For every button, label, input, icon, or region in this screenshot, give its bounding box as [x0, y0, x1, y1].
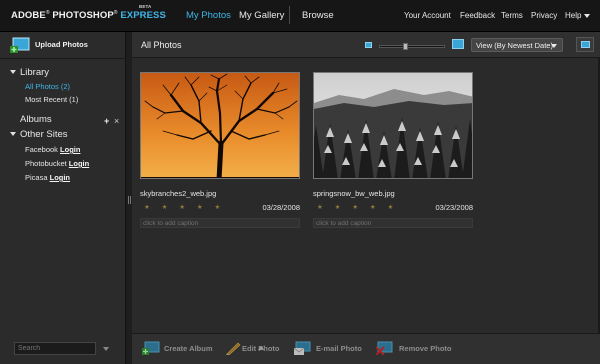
page-title: All Photos [141, 40, 182, 50]
photo-thumbnail[interactable] [313, 72, 473, 179]
sort-dropdown[interactable]: View (By Newest Date) [471, 38, 563, 52]
sidebar: Upload Photos Library All Photos (2) Mos… [0, 32, 126, 364]
email-photo-icon [294, 341, 311, 355]
zoom-slider-track[interactable] [379, 45, 445, 48]
star-rating[interactable]: ★ ★ ★ ★ ★ [144, 203, 225, 211]
albums-section-header[interactable]: Albums [20, 114, 52, 125]
photo-filename: springsnow_bw_web.jpg [313, 189, 395, 198]
photo-thumbnail[interactable] [140, 72, 300, 179]
search-input[interactable] [14, 342, 96, 355]
privacy-link[interactable]: Privacy [531, 11, 557, 20]
library-section-toggle[interactable]: Library [10, 67, 49, 78]
sidebar-item-photobucket: Photobucket Login [25, 159, 90, 168]
chevron-down-icon [584, 13, 591, 18]
bottom-panel-handle-icon[interactable] [258, 346, 264, 350]
picasa-login-link[interactable]: Login [50, 173, 70, 182]
nav-my-gallery[interactable]: My Gallery [239, 10, 284, 21]
caption-field[interactable]: click to add caption [313, 218, 473, 228]
feedback-link[interactable]: Feedback [460, 11, 495, 20]
sidebar-item-facebook: Facebook Login [25, 145, 81, 154]
main-header: All Photos View (By Newest Date) [132, 32, 600, 58]
triangle-down-icon [10, 70, 16, 75]
edit-photo-icon [226, 342, 241, 355]
close-icon[interactable]: × [114, 116, 119, 126]
top-bar: ADOBE® PHOTOSHOP® EXPRESS BETA My Photos… [0, 0, 600, 32]
view-toggle-icon [581, 41, 590, 48]
sidebar-resize-handle[interactable] [128, 196, 131, 204]
photo-date: 03/23/2008 [435, 203, 473, 212]
nav-my-photos[interactable]: My Photos [186, 10, 231, 21]
create-album-icon [142, 341, 160, 355]
sunset-tree-image [141, 73, 299, 178]
sidebar-item-all-photos[interactable]: All Photos (2) [25, 82, 70, 91]
upload-photos-button[interactable]: Upload Photos [0, 32, 126, 59]
email-photo-button[interactable]: E-mail Photo [316, 344, 362, 353]
app-logo[interactable]: ADOBE® PHOTOSHOP® EXPRESS BETA [11, 4, 166, 21]
other-sites-section-toggle[interactable]: Other Sites [10, 129, 68, 140]
help-menu[interactable]: Help [565, 11, 591, 20]
nav-divider [289, 6, 290, 24]
your-account-link[interactable]: Your Account [404, 11, 451, 20]
search-options-chevron-icon[interactable] [103, 347, 109, 351]
sidebar-item-most-recent[interactable]: Most Recent (1) [25, 95, 78, 104]
photobucket-login-link[interactable]: Login [69, 159, 89, 168]
photo-date: 03/28/2008 [262, 203, 300, 212]
zoom-small-icon[interactable] [365, 42, 372, 48]
main-content: All Photos View (By Newest Date) skybran… [132, 32, 600, 364]
remove-photo-button[interactable]: Remove Photo [399, 344, 452, 353]
upload-photos-icon [10, 37, 30, 53]
caption-field[interactable]: click to add caption [140, 218, 300, 228]
remove-photo-icon [376, 341, 393, 355]
zoom-large-icon[interactable] [452, 39, 464, 49]
photo-filename: skybranches2_web.jpg [140, 189, 217, 198]
nav-browse[interactable]: Browse [302, 10, 334, 21]
terms-link[interactable]: Terms [501, 11, 523, 20]
upload-photos-label: Upload Photos [35, 40, 88, 49]
beta-badge: BETA [139, 4, 152, 9]
snowy-forest-image [314, 73, 472, 178]
create-album-button[interactable]: Create Album [164, 344, 212, 353]
bottom-toolbar: Create Album Edit Photo E-mail Photo Rem… [132, 333, 600, 364]
add-icon[interactable]: + [104, 116, 109, 126]
star-rating[interactable]: ★ ★ ★ ★ ★ [317, 203, 398, 211]
sidebar-item-picasa: Picasa Login [25, 173, 71, 182]
view-toggle-button[interactable] [576, 37, 594, 52]
chevron-down-icon [551, 44, 557, 48]
facebook-login-link[interactable]: Login [60, 145, 80, 154]
triangle-down-icon [10, 132, 16, 137]
zoom-slider-handle[interactable] [403, 43, 408, 50]
